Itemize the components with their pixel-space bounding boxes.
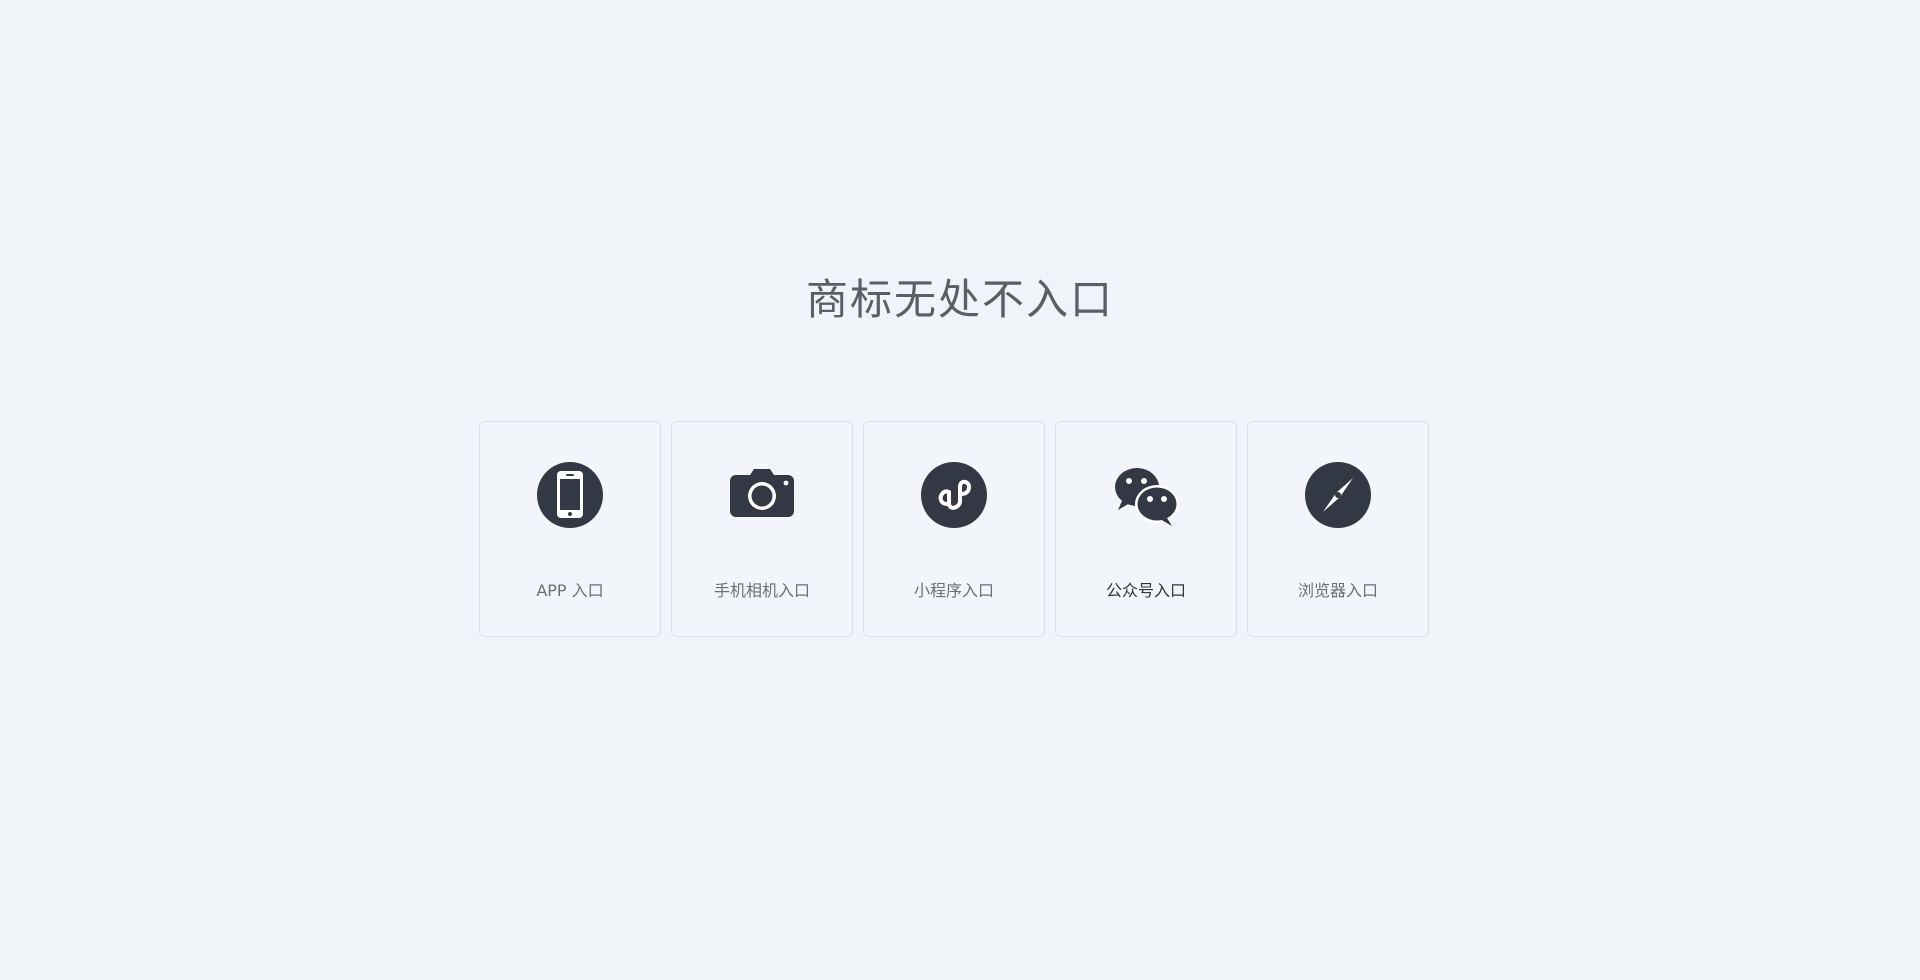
page: 商标无处不入口 APP 入口 手机相机入口 小程序入口 公众号入口 浏览器入口 — [0, 0, 1920, 980]
entry-card-label: 浏览器入口 — [1297, 581, 1378, 600]
mini-program-icon — [920, 461, 988, 529]
camera-icon — [728, 461, 796, 529]
page-title: 商标无处不入口 — [805, 275, 1114, 324]
entry-card-label: 手机相机入口 — [713, 581, 810, 600]
entry-card-label: 小程序入口 — [913, 581, 994, 600]
entry-card-app[interactable]: APP 入口 — [479, 421, 661, 637]
entry-card-label: 公众号入口 — [1105, 581, 1186, 600]
entry-card-list: APP 入口 手机相机入口 小程序入口 公众号入口 浏览器入口 — [479, 421, 1429, 637]
entry-card-camera[interactable]: 手机相机入口 — [671, 421, 853, 637]
smartphone-icon — [536, 461, 604, 529]
entry-card-browser[interactable]: 浏览器入口 — [1247, 421, 1429, 637]
compass-icon — [1304, 461, 1372, 529]
entry-card-wechat[interactable]: 公众号入口 — [1055, 421, 1237, 637]
wechat-icon — [1112, 461, 1180, 529]
entry-card-label: APP 入口 — [536, 581, 604, 600]
entry-card-mini-program[interactable]: 小程序入口 — [863, 421, 1045, 637]
